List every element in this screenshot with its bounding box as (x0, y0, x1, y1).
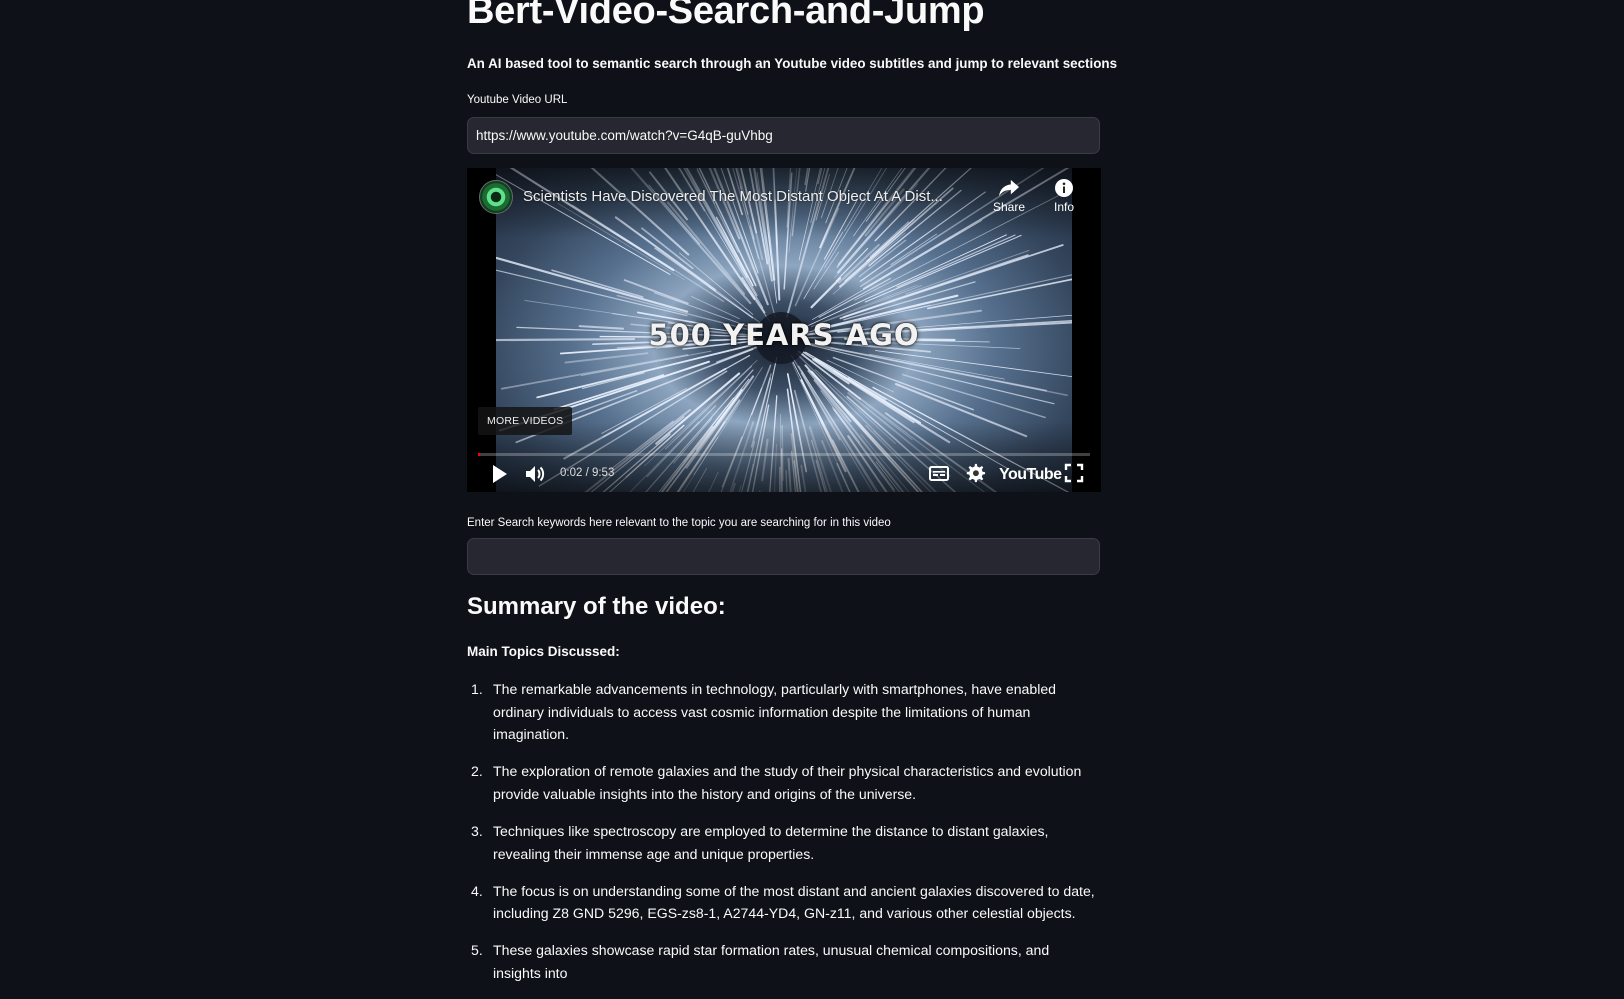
fullscreen-icon (1063, 462, 1085, 484)
captions-icon (928, 462, 950, 484)
play-button[interactable] (488, 462, 510, 491)
share-button[interactable]: Share (987, 178, 1031, 214)
gear-icon (964, 462, 986, 484)
share-label: Share (993, 200, 1025, 214)
main-topics-heading: Main Topics Discussed: (467, 644, 620, 659)
list-item-text: The remarkable advancements in technolog… (493, 681, 1056, 742)
list-item: 3. Techniques like spectroscopy are empl… (467, 820, 1100, 865)
page-subtitle: An AI based tool to semantic search thro… (467, 56, 1117, 71)
more-videos-button[interactable]: MORE VIDEOS (478, 407, 572, 435)
url-field-label: Youtube Video URL (467, 94, 567, 106)
page-title: Bert-Video-Search-and-Jump (467, 0, 984, 33)
list-item: 2. The exploration of remote galaxies an… (467, 760, 1100, 805)
list-item-number: 3. (471, 820, 483, 843)
time-display: 0:02 / 9:53 (560, 467, 614, 479)
list-item-text: Techniques like spectroscopy are employe… (493, 823, 1048, 862)
list-item-text: The focus is on understanding some of th… (493, 883, 1095, 922)
list-item: 4. The focus is on understanding some of… (467, 880, 1100, 925)
captions-button[interactable] (928, 462, 950, 489)
list-item-number: 2. (471, 760, 483, 783)
video-title[interactable]: Scientists Have Discovered The Most Dist… (523, 188, 973, 205)
summary-heading: Summary of the video: (467, 593, 726, 621)
youtube-logo[interactable]: YouTube (999, 466, 1062, 484)
youtube-url-input[interactable] (467, 117, 1100, 154)
settings-button[interactable] (964, 462, 986, 489)
info-button[interactable]: Info (1042, 178, 1086, 214)
list-item: 5. These galaxies showcase rapid star fo… (467, 939, 1100, 984)
frame-caption: 500 YEARS AGO (467, 318, 1101, 352)
info-label: Info (1054, 200, 1074, 214)
list-item-number: 4. (471, 880, 483, 903)
list-item-text: These galaxies showcase rapid star forma… (493, 942, 1049, 981)
list-item-number: 1. (471, 678, 483, 701)
channel-avatar[interactable] (479, 180, 513, 214)
info-icon (1054, 178, 1074, 198)
volume-icon (523, 462, 547, 486)
video-player[interactable]: Scientists Have Discovered The Most Dist… (467, 168, 1101, 492)
search-field-label: Enter Search keywords here relevant to t… (467, 517, 891, 529)
list-item-text: The exploration of remote galaxies and t… (493, 763, 1081, 802)
list-item-number: 5. (471, 939, 483, 962)
share-icon (998, 178, 1020, 198)
progress-bar[interactable] (478, 453, 1090, 456)
progress-fill (478, 453, 480, 456)
fullscreen-button[interactable] (1063, 462, 1085, 489)
volume-button[interactable] (523, 462, 547, 491)
play-icon (488, 462, 510, 486)
topics-list: 1. The remarkable advancements in techno… (467, 678, 1100, 999)
list-item: 1. The remarkable advancements in techno… (467, 678, 1100, 746)
search-keywords-input[interactable] (467, 538, 1100, 575)
